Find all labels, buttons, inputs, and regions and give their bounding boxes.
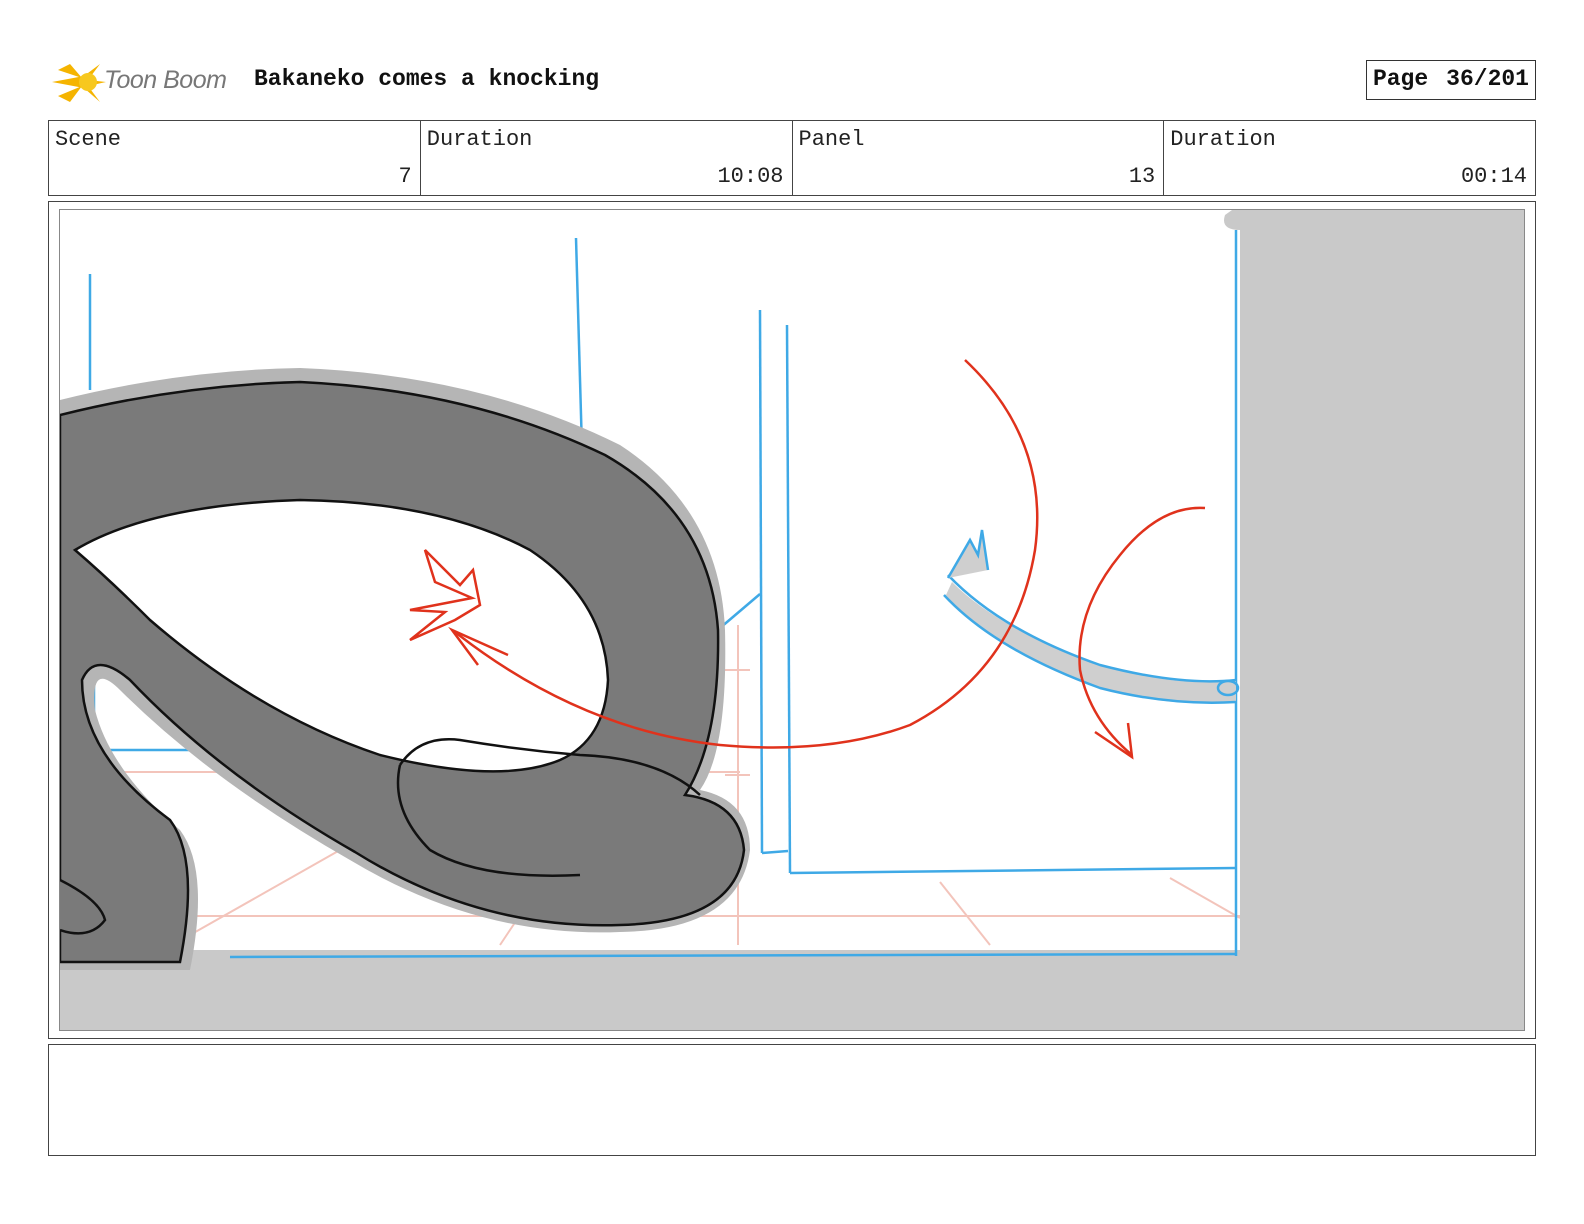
storyboard-header: Toon Boom Bakaneko comes a knocking Page… [48,52,1536,108]
scene-duration-cell: Duration 10:08 [421,121,793,195]
cat-tail-sketch [943,529,1240,704]
panel-drawing-area [59,209,1525,1031]
scene-cell: Scene 7 [49,121,421,195]
scene-value: 7 [398,164,412,189]
page-indicator: Page 36/201 [1365,60,1536,100]
project-title: Bakaneko comes a knocking [254,66,600,92]
panel-sketch [60,210,1524,1030]
panel-notes-box[interactable] [48,1044,1536,1156]
swing-arc [1078,506,1206,756]
scene-label: Scene [55,127,122,152]
page-label: Page [1372,66,1429,92]
logo-text: Toon Boom [104,66,227,94]
panel-duration-cell: Duration 00:14 [1164,121,1535,195]
page-number: 36/201 [1446,66,1529,92]
swing-arrowhead [1094,722,1134,760]
starburst-logo-icon [52,64,106,102]
scene-duration-value: 10:08 [717,164,784,189]
panel-info-table: Scene 7 Duration 10:08 Panel 13 Duration… [48,120,1536,196]
panel-duration-value: 00:14 [1460,164,1527,189]
panel-value: 13 [1128,164,1156,189]
panel-duration-label: Duration [1170,127,1276,152]
scene-duration-label: Duration [426,127,533,152]
panel-label: Panel [798,127,865,152]
cat-body [60,368,750,970]
panel-cell: Panel 13 [793,121,1165,195]
toon-boom-logo: Toon Boom [48,56,238,108]
storyboard-panel [48,201,1536,1039]
